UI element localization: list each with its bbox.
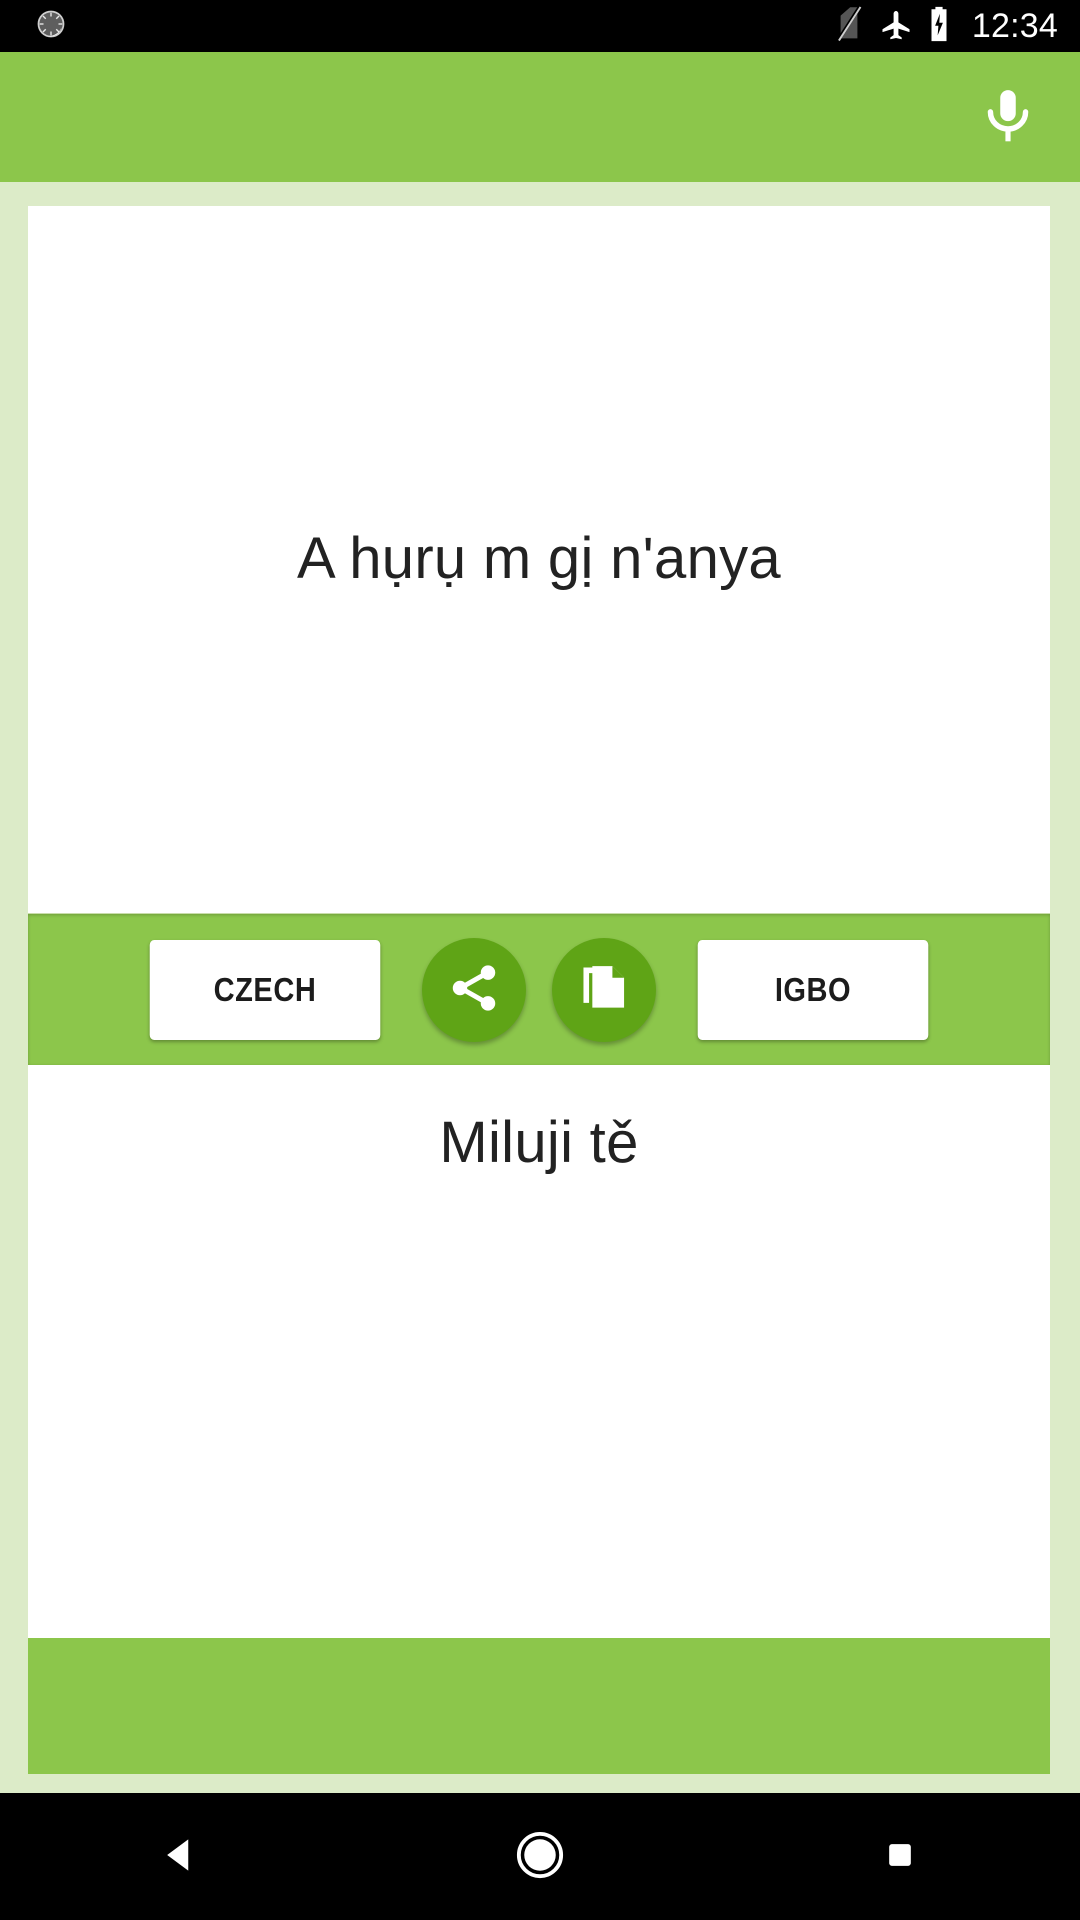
- source-text-pane[interactable]: A hụrụ m gị n'anya: [28, 206, 1050, 913]
- status-bar-notifications: [36, 9, 834, 44]
- sync-circle-icon: [36, 9, 66, 44]
- source-text: A hụrụ m gị n'anya: [297, 526, 781, 592]
- footer-band: [28, 1638, 1050, 1774]
- status-bar: 12:34: [0, 0, 1080, 52]
- translation-card: A hụrụ m gị n'anya CZECH IGBO Miluji tě: [28, 206, 1050, 1638]
- back-triangle-icon: [158, 1833, 202, 1880]
- nav-recents-button[interactable]: [810, 1793, 990, 1920]
- home-circle-icon: [513, 1828, 567, 1885]
- source-language-label: CZECH: [213, 970, 317, 1008]
- nav-back-button[interactable]: [90, 1793, 270, 1920]
- source-language-button[interactable]: CZECH: [149, 939, 381, 1040]
- android-navigation-bar: [0, 1793, 1080, 1920]
- battery-charging-icon: [928, 6, 950, 47]
- target-language-button[interactable]: IGBO: [697, 939, 929, 1040]
- status-bar-clock: 12:34: [971, 6, 1058, 45]
- status-bar-system-icons: 12:34: [834, 5, 1058, 47]
- app-bar: [0, 52, 1080, 182]
- nav-home-button[interactable]: [450, 1793, 630, 1920]
- target-text-pane[interactable]: Miluji tě: [28, 1065, 1050, 1638]
- microphone-icon: [977, 85, 1039, 150]
- copy-button[interactable]: [552, 937, 656, 1042]
- language-action-bar: CZECH IGBO: [28, 913, 1050, 1065]
- target-language-label: IGBO: [774, 970, 852, 1008]
- recents-square-icon: [880, 1835, 920, 1878]
- share-icon: [446, 960, 502, 1019]
- phone-screen: 12:34 A hụrụ m gị n'anya CZECH IGBO Milu…: [0, 0, 1080, 1920]
- airplane-mode-icon: [878, 6, 914, 47]
- no-sim-icon: [834, 5, 864, 47]
- target-text: Miluji tě: [439, 1110, 639, 1175]
- share-button[interactable]: [422, 937, 526, 1042]
- microphone-button[interactable]: [960, 69, 1056, 165]
- copy-icon: [576, 960, 632, 1019]
